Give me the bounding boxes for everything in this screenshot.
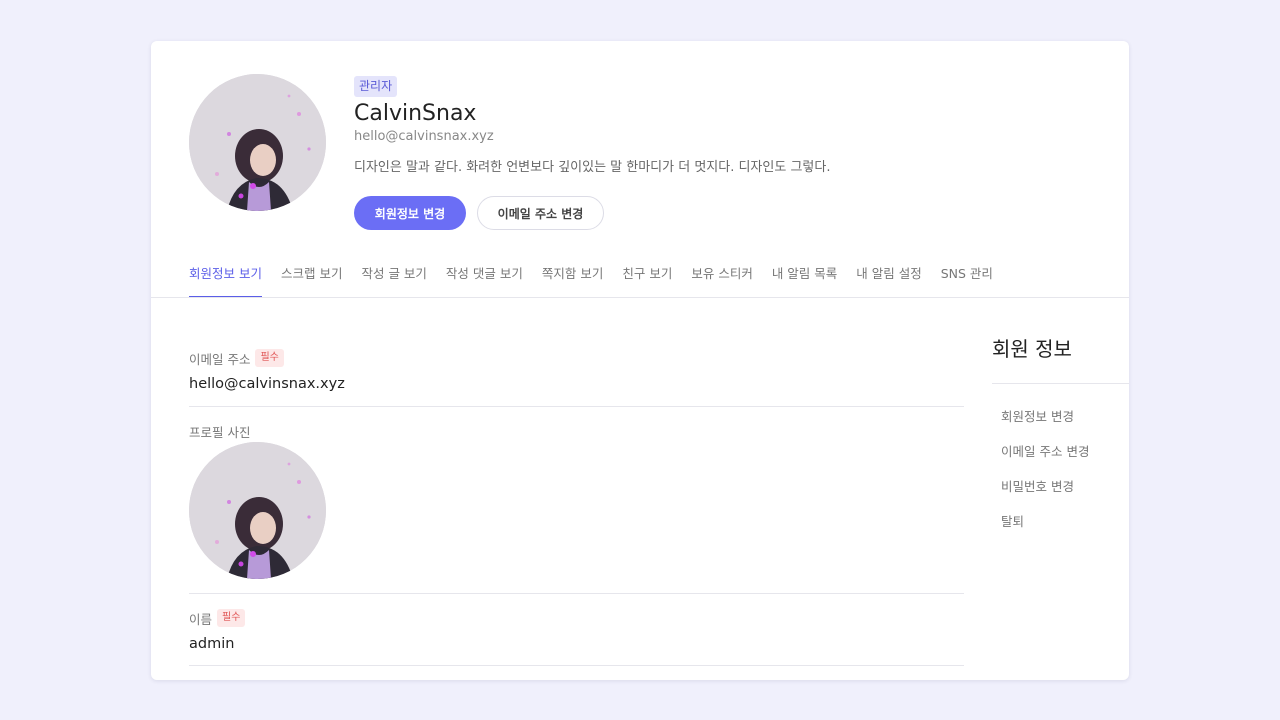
sidebar-item-change-email[interactable]: 이메일 주소 변경 [1001,435,1129,470]
email-field: 이메일 주소 필수 hello@calvinsnax.xyz [189,348,964,407]
name-label-row: 이름 필수 [189,608,964,628]
tab-friends[interactable]: 친구 보기 [622,251,672,298]
email-label-row: 이메일 주소 필수 [189,348,964,368]
username: CalvinSnax [354,101,477,126]
photo-field: 프로필 사진 [189,407,964,594]
name-field: 이름 필수 admin [189,594,964,666]
tab-my-posts[interactable]: 작성 글 보기 [361,251,426,298]
profile-photo-icon [189,74,326,211]
profile-photo-icon [189,442,326,579]
required-badge: 필수 [255,349,284,367]
profile-card: 관리자 CalvinSnax hello@calvinsnax.xyz 디자인은… [151,41,1129,680]
sidebar-item-change-password[interactable]: 비밀번호 변경 [1001,470,1129,505]
profile-tabs: 회원정보 보기 스크랩 보기 작성 글 보기 작성 댓글 보기 쪽지함 보기 친… [189,251,1012,298]
member-sidebar: 회원 정보 회원정보 변경 이메일 주소 변경 비밀번호 변경 탈퇴 [992,333,1129,540]
tab-view-profile[interactable]: 회원정보 보기 [189,251,262,298]
change-email-button[interactable]: 이메일 주소 변경 [477,196,604,230]
profile-info: 관리자 CalvinSnax hello@calvinsnax.xyz 디자인은… [354,75,1054,230]
tab-sns[interactable]: SNS 관리 [941,251,993,298]
user-bio: 디자인은 말과 같다. 화려한 언변보다 깊이있는 말 한마디가 더 멋지다. … [354,160,831,175]
tab-stickers[interactable]: 보유 스티커 [691,251,752,298]
tab-scraps[interactable]: 스크랩 보기 [281,251,342,298]
photo-label-row: 프로필 사진 [189,421,964,441]
member-info-form: 이메일 주소 필수 hello@calvinsnax.xyz 프로필 사진 이름… [189,348,964,666]
profile-actions: 회원정보 변경 이메일 주소 변경 [354,196,1054,230]
edit-profile-button[interactable]: 회원정보 변경 [354,196,466,230]
profile-photo [189,442,326,579]
user-email: hello@calvinsnax.xyz [354,129,494,144]
tab-notification-settings[interactable]: 내 알림 설정 [856,251,921,298]
sidebar-item-withdraw[interactable]: 탈퇴 [1001,505,1129,540]
tabs-divider [151,297,1129,298]
tab-notifications[interactable]: 내 알림 목록 [772,251,837,298]
tab-my-comments[interactable]: 작성 댓글 보기 [446,251,523,298]
required-badge: 필수 [217,609,246,627]
role-badge: 관리자 [354,76,398,97]
photo-label: 프로필 사진 [189,424,251,440]
sidebar-item-edit-profile[interactable]: 회원정보 변경 [1001,400,1129,435]
sidebar-title: 회원 정보 [992,337,1072,361]
profile-avatar [189,74,326,211]
email-label: 이메일 주소 [189,351,251,367]
email-value: hello@calvinsnax.xyz [189,376,345,392]
name-value: admin [189,636,235,652]
tab-messages[interactable]: 쪽지함 보기 [542,251,603,298]
sidebar-menu: 회원정보 변경 이메일 주소 변경 비밀번호 변경 탈퇴 [992,384,1129,540]
name-label: 이름 [189,611,213,627]
